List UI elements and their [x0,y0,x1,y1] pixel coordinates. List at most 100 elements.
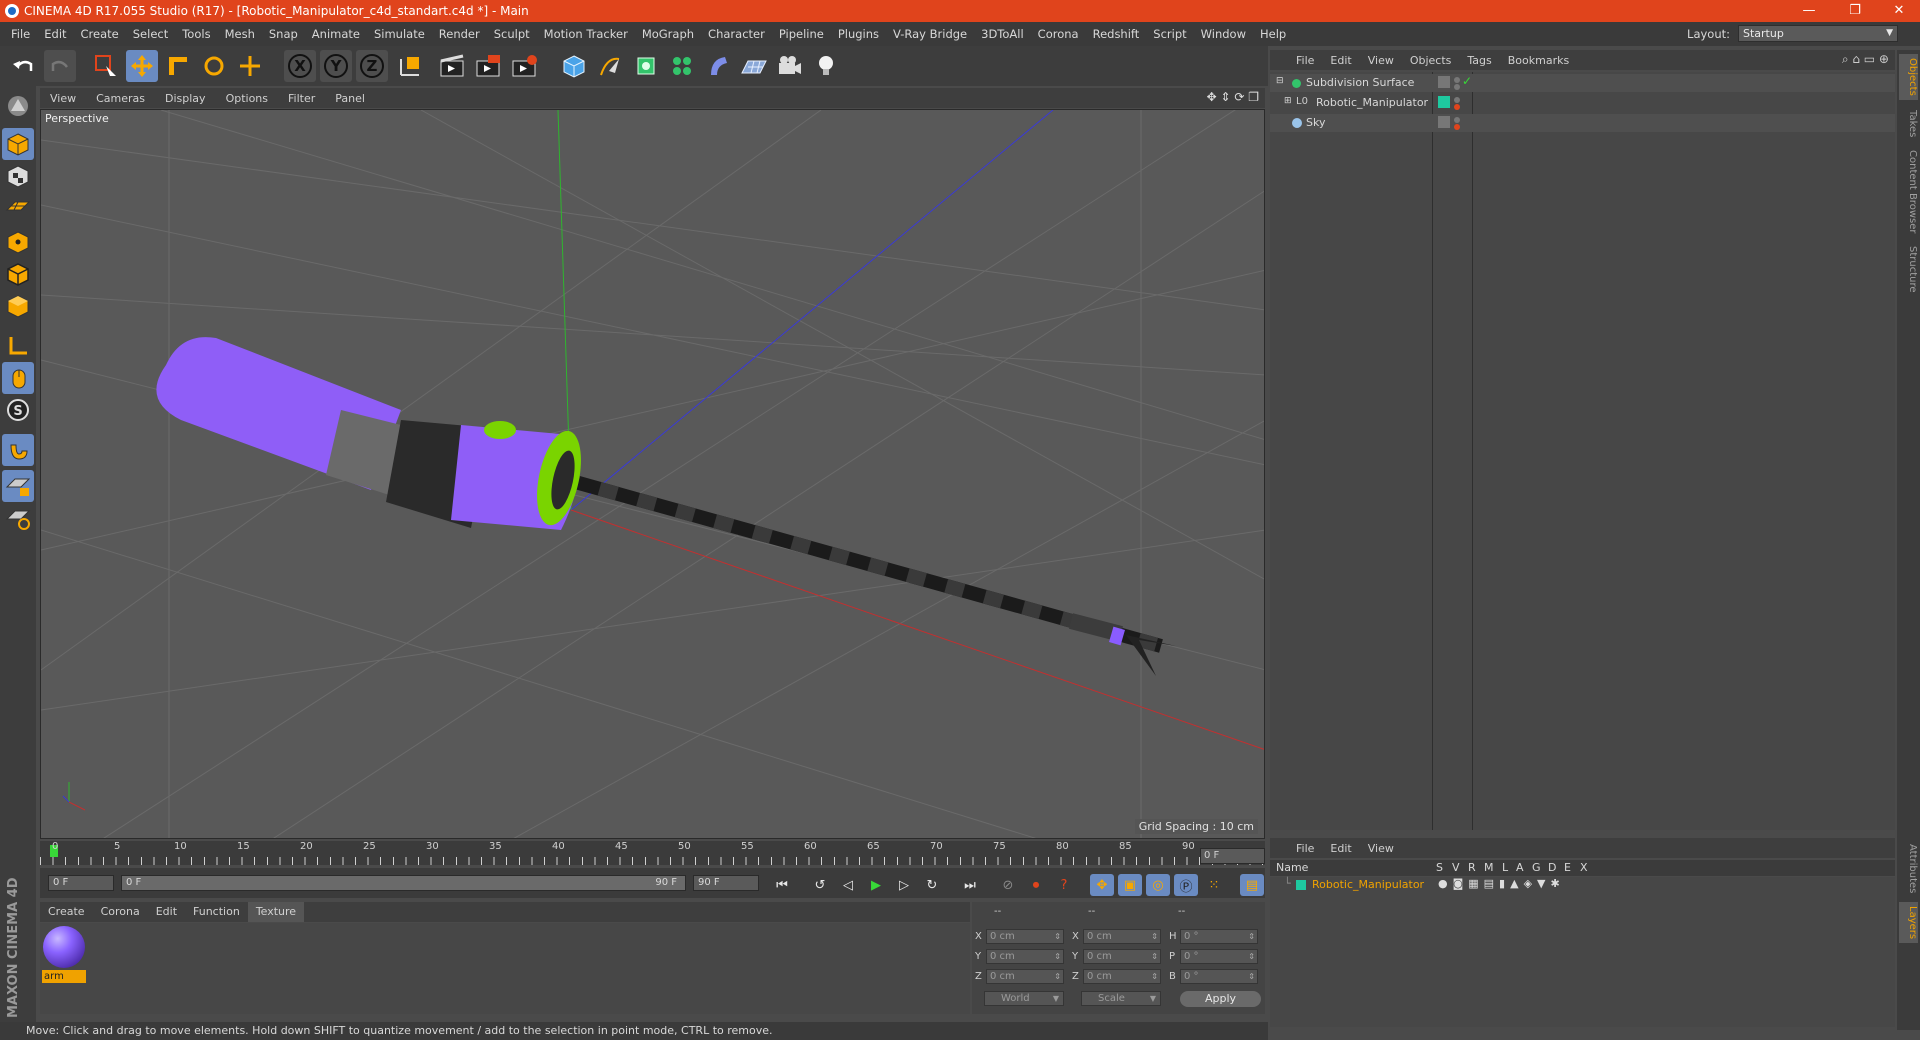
layout-select[interactable]: Startup ▼ [1738,25,1898,42]
next-frame-button[interactable]: ▷ [892,874,916,896]
timeline-window-button[interactable]: ▤ [1240,874,1264,896]
undo-button[interactable] [8,50,40,82]
position-x-field[interactable]: 0 cm ⇕ [986,929,1064,944]
previous-frame-button[interactable]: ◁ [836,874,860,896]
coordinate-system-button[interactable] [394,50,426,82]
minimize-button[interactable]: — [1786,0,1832,22]
menu-character[interactable]: Character [701,27,772,41]
lm-menu-edit[interactable]: Edit [1322,842,1359,855]
render-visibility-dot[interactable] [1454,84,1460,90]
viewport-menu-options[interactable]: Options [216,92,278,105]
material-menu-function[interactable]: Function [185,902,248,922]
rotate-tool-button[interactable] [198,50,230,82]
size-x-field[interactable]: 0 cm ⇕ [1083,929,1161,944]
magnet-button[interactable] [2,434,34,466]
tab-layers[interactable]: Layers [1899,902,1918,944]
enabled-check-icon[interactable]: ✓ [1462,74,1472,88]
menu-3dtoall[interactable]: 3DToAll [974,27,1031,41]
menu-file[interactable]: File [4,27,37,41]
menu-window[interactable]: Window [1194,27,1253,41]
render-visibility-dot[interactable] [1454,124,1460,130]
viewport-nav-icons[interactable]: ✥ ⇕ ⟳ ❐ [1207,90,1259,104]
material-thumbnail[interactable] [43,926,85,968]
object-row-robotic-manipulator[interactable]: ⊞ L0 Robotic_Manipulator [1270,94,1895,112]
start-frame-field[interactable]: 0 F [48,875,114,891]
workplane-align-button[interactable] [2,502,34,534]
texture-mode-button[interactable] [2,160,34,192]
collapse-icon[interactable]: ⊟ [1276,76,1284,86]
next-key-button[interactable]: ↻ [920,874,944,896]
render-picture-viewer-button[interactable] [472,50,504,82]
expand-icon[interactable]: ⊞ [1284,96,1292,106]
material-menu-create[interactable]: Create [40,902,93,922]
go-to-end-button[interactable]: ⏭ [958,874,982,896]
layer-toggle-icons[interactable]: ●◙▦▤▮▲◈▼✱ [1438,877,1565,890]
size-z-field[interactable]: 0 cm ⇕ [1083,969,1161,984]
tab-objects[interactable]: Objects [1899,54,1918,100]
om-menu-tags[interactable]: Tags [1459,54,1499,67]
key-position-button[interactable]: ✥ [1090,874,1114,896]
subdivision-surface-button[interactable] [630,50,662,82]
viewport-menu-cameras[interactable]: Cameras [86,92,155,105]
redo-button[interactable] [44,50,76,82]
apply-button[interactable]: Apply [1180,991,1261,1007]
material-menu-edit[interactable]: Edit [148,902,185,922]
lm-menu-view[interactable]: View [1360,842,1402,855]
menu-edit[interactable]: Edit [37,27,73,41]
key-scale-button[interactable]: ▣ [1118,874,1142,896]
scale-tool-button[interactable] [162,50,194,82]
editor-visibility-dot[interactable] [1454,77,1460,83]
lm-menu-file[interactable]: File [1288,842,1322,855]
tab-content-browser[interactable]: Content Browser [1899,146,1918,237]
menu-help[interactable]: Help [1253,27,1293,41]
key-parameter-button[interactable]: Ⓟ [1174,874,1198,896]
floor-button[interactable] [738,50,770,82]
render-view-button[interactable] [436,50,468,82]
menu-create[interactable]: Create [74,27,126,41]
menu-animate[interactable]: Animate [305,27,367,41]
keyframe-selection-button[interactable]: ? [1052,874,1076,896]
current-frame-field[interactable]: 0 F [1200,848,1265,864]
menu-sculpt[interactable]: Sculpt [487,27,537,41]
transform-tool-button[interactable] [234,50,266,82]
close-button[interactable]: ✕ [1876,0,1920,22]
material-name[interactable]: arm [42,970,86,983]
menu-mograph[interactable]: MoGraph [635,27,701,41]
om-menu-bookmarks[interactable]: Bookmarks [1500,54,1577,67]
menu-snap[interactable]: Snap [262,27,305,41]
menu-vray-bridge[interactable]: V-Ray Bridge [886,27,974,41]
workplane-lock-button[interactable] [2,470,34,502]
menu-mesh[interactable]: Mesh [218,27,262,41]
camera-button[interactable] [774,50,806,82]
point-mode-button[interactable] [2,226,34,258]
record-keys-button[interactable]: ⊘ [996,874,1020,896]
om-menu-edit[interactable]: Edit [1322,54,1359,67]
tab-attributes[interactable]: Attributes [1899,840,1918,897]
polygon-mode-button[interactable] [2,290,34,322]
om-search-home-icons[interactable]: ⌕ ⌂ ▭ ⊕ [1842,52,1889,67]
size-y-field[interactable]: 0 cm ⇕ [1083,949,1161,964]
layer-tag-icon[interactable] [1438,116,1450,128]
deformer-button[interactable] [702,50,734,82]
render-visibility-dot[interactable] [1454,104,1460,110]
om-menu-file[interactable]: File [1288,54,1322,67]
edge-mode-button[interactable] [2,258,34,290]
end-frame-field[interactable]: 90 F [693,875,759,891]
rotation-h-field[interactable]: 0 ° ⇕ [1180,929,1258,944]
key-rotation-button[interactable]: ◎ [1146,874,1170,896]
go-to-start-button[interactable]: ⏮ [770,874,794,896]
x-axis-lock-button[interactable]: X [284,50,316,82]
viewport-menu-view[interactable]: View [40,92,86,105]
viewport-menu-filter[interactable]: Filter [278,92,325,105]
menu-select[interactable]: Select [126,27,175,41]
menu-tools[interactable]: Tools [175,27,217,41]
viewport-menu-display[interactable]: Display [155,92,216,105]
z-axis-lock-button[interactable]: Z [356,50,388,82]
move-tool-button[interactable] [126,50,158,82]
3d-viewport[interactable]: Perspective Grid Spacing : 10 cm [40,109,1265,839]
editor-visibility-dot[interactable] [1454,117,1460,123]
material-menu-corona[interactable]: Corona [93,902,148,922]
menu-motion-tracker[interactable]: Motion Tracker [537,27,635,41]
menu-corona[interactable]: Corona [1031,27,1086,41]
play-button[interactable]: ▶ [864,874,888,896]
